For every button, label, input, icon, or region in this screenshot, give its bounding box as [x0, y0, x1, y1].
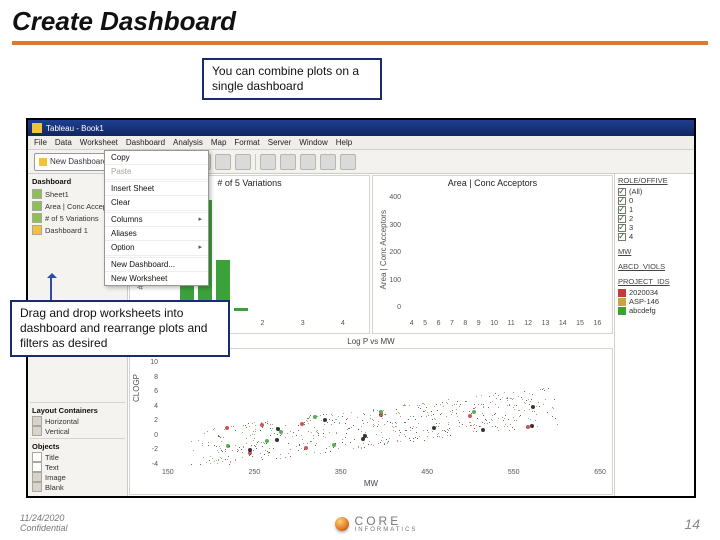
layout-containers-header: Layout Containers	[30, 405, 125, 416]
legend-item[interactable]: 2020034	[618, 288, 691, 297]
chart-acceptors[interactable]: Area | Conc Acceptors Area | Conc Accept…	[372, 175, 613, 334]
ctx-new-worksheet[interactable]: New Worksheet	[105, 271, 208, 285]
menu-dashboard[interactable]: Dashboard	[126, 138, 165, 147]
fit-icon[interactable]	[280, 154, 296, 170]
legend-item[interactable]: abcdefg	[618, 306, 691, 315]
ctx-copy[interactable]: Copy	[105, 151, 208, 164]
slide-title: Create Dashboard	[0, 0, 720, 39]
chart-acceptors-yaxis: 4003002001000	[377, 194, 401, 311]
showme-icon[interactable]	[300, 154, 316, 170]
scatter-xlabel: MW	[130, 479, 612, 488]
page-number: 14	[684, 516, 700, 532]
menu-data[interactable]: Data	[55, 138, 72, 147]
menu-server[interactable]: Server	[268, 138, 292, 147]
footer-date: 11/24/2020 Confidential	[20, 514, 68, 534]
object-text[interactable]: Text	[30, 462, 125, 472]
sort-asc-icon[interactable]	[215, 154, 231, 170]
filter-checkbox[interactable]: 0	[618, 196, 691, 205]
chart-acceptors-bars	[405, 194, 606, 311]
ctx-option[interactable]: Option	[105, 240, 208, 254]
footer-logo: CORE INFORMATICS	[335, 515, 418, 533]
brand-sub: INFORMATICS	[355, 527, 418, 533]
filter-checkbox[interactable]: 4	[618, 232, 691, 241]
ctx-columns[interactable]: Columns	[105, 212, 208, 226]
context-menu[interactable]: Copy Paste Insert Sheet Clear Columns Al…	[104, 150, 209, 286]
scatter-area	[162, 359, 606, 468]
ctx-insert-sheet[interactable]: Insert Sheet	[105, 181, 208, 195]
ctx-new-dashboard[interactable]: New Dashboard...	[105, 257, 208, 271]
brand-name: CORE	[355, 515, 418, 527]
filter-checkbox[interactable]: (All)	[618, 187, 691, 196]
filter-roleoffive-header: ROLE/OFFIVE	[618, 176, 691, 185]
menu-map[interactable]: Map	[211, 138, 227, 147]
menu-analysis[interactable]: Analysis	[173, 138, 203, 147]
menu-help[interactable]: Help	[336, 138, 352, 147]
menu-format[interactable]: Format	[234, 138, 259, 147]
toolbar-separator	[255, 154, 256, 170]
new-dashboard-label: New Dashboard	[50, 157, 107, 166]
menu-window[interactable]: Window	[299, 138, 327, 147]
object-title[interactable]: Title	[30, 452, 125, 462]
window-titlebar[interactable]: Tableau - Book1	[28, 120, 694, 136]
filter-checkbox[interactable]: 2	[618, 214, 691, 223]
callout-combine: You can combine plots on a single dashbo…	[202, 58, 382, 100]
ctx-sep	[105, 255, 208, 256]
filter-abcd-header: ABCD_VIOLS	[618, 262, 691, 271]
swap-icon[interactable]	[260, 154, 276, 170]
chart-acceptors-xaxis: 45678910111213141516	[405, 320, 606, 327]
callout-arrow	[50, 278, 52, 302]
highlight-icon[interactable]	[340, 154, 356, 170]
scatter-xticks: 150250350450550650	[162, 469, 606, 476]
layout-vertical[interactable]: Vertical	[30, 426, 125, 436]
sort-desc-icon[interactable]	[235, 154, 251, 170]
callout-drag-drop: Drag and drop worksheets into dashboard …	[10, 300, 230, 357]
chart-scatter[interactable]: CLOGP 1086420-2-4 150250350450550650 MW	[129, 348, 613, 495]
ctx-clear[interactable]: Clear	[105, 195, 208, 209]
color-swatch-icon	[618, 298, 626, 306]
color-swatch-icon	[618, 289, 626, 297]
slide-footer: 11/24/2020 Confidential CORE INFORMATICS…	[0, 514, 720, 534]
presentation-icon[interactable]	[320, 154, 336, 170]
menubar[interactable]: File Data Worksheet Dashboard Analysis M…	[28, 136, 694, 150]
legend-item[interactable]: ASP-146	[618, 297, 691, 306]
logo-orb-icon	[335, 517, 349, 531]
object-blank[interactable]: Blank	[30, 482, 125, 492]
menu-worksheet[interactable]: Worksheet	[80, 138, 118, 147]
color-swatch-icon	[618, 307, 626, 315]
app-icon	[32, 123, 42, 133]
objects-header: Objects	[30, 441, 125, 452]
ctx-aliases[interactable]: Aliases	[105, 226, 208, 240]
menu-file[interactable]: File	[34, 138, 47, 147]
object-image[interactable]: Image	[30, 472, 125, 482]
filter-panel: ROLE/OFFIVE (All)01234 MW ABCD_VIOLS PRO…	[614, 174, 694, 496]
scatter-yticks: 1086420-2-4	[134, 359, 158, 468]
filter-project-header: PROJECT_IDS	[618, 277, 691, 286]
ctx-sep	[105, 210, 208, 211]
checkbox-icon	[618, 233, 626, 241]
ctx-sep	[105, 179, 208, 180]
layout-horizontal[interactable]: Horizontal	[30, 416, 125, 426]
chart-acceptors-title: Area | Conc Acceptors	[373, 178, 612, 188]
ctx-paste: Paste	[105, 164, 208, 178]
filter-mw-header: MW	[618, 247, 691, 256]
title-rule	[12, 41, 708, 45]
bar	[234, 308, 248, 311]
filter-checkbox[interactable]: 1	[618, 205, 691, 214]
window-title-text: Tableau - Book1	[46, 124, 104, 133]
filter-checkbox[interactable]: 3	[618, 223, 691, 232]
